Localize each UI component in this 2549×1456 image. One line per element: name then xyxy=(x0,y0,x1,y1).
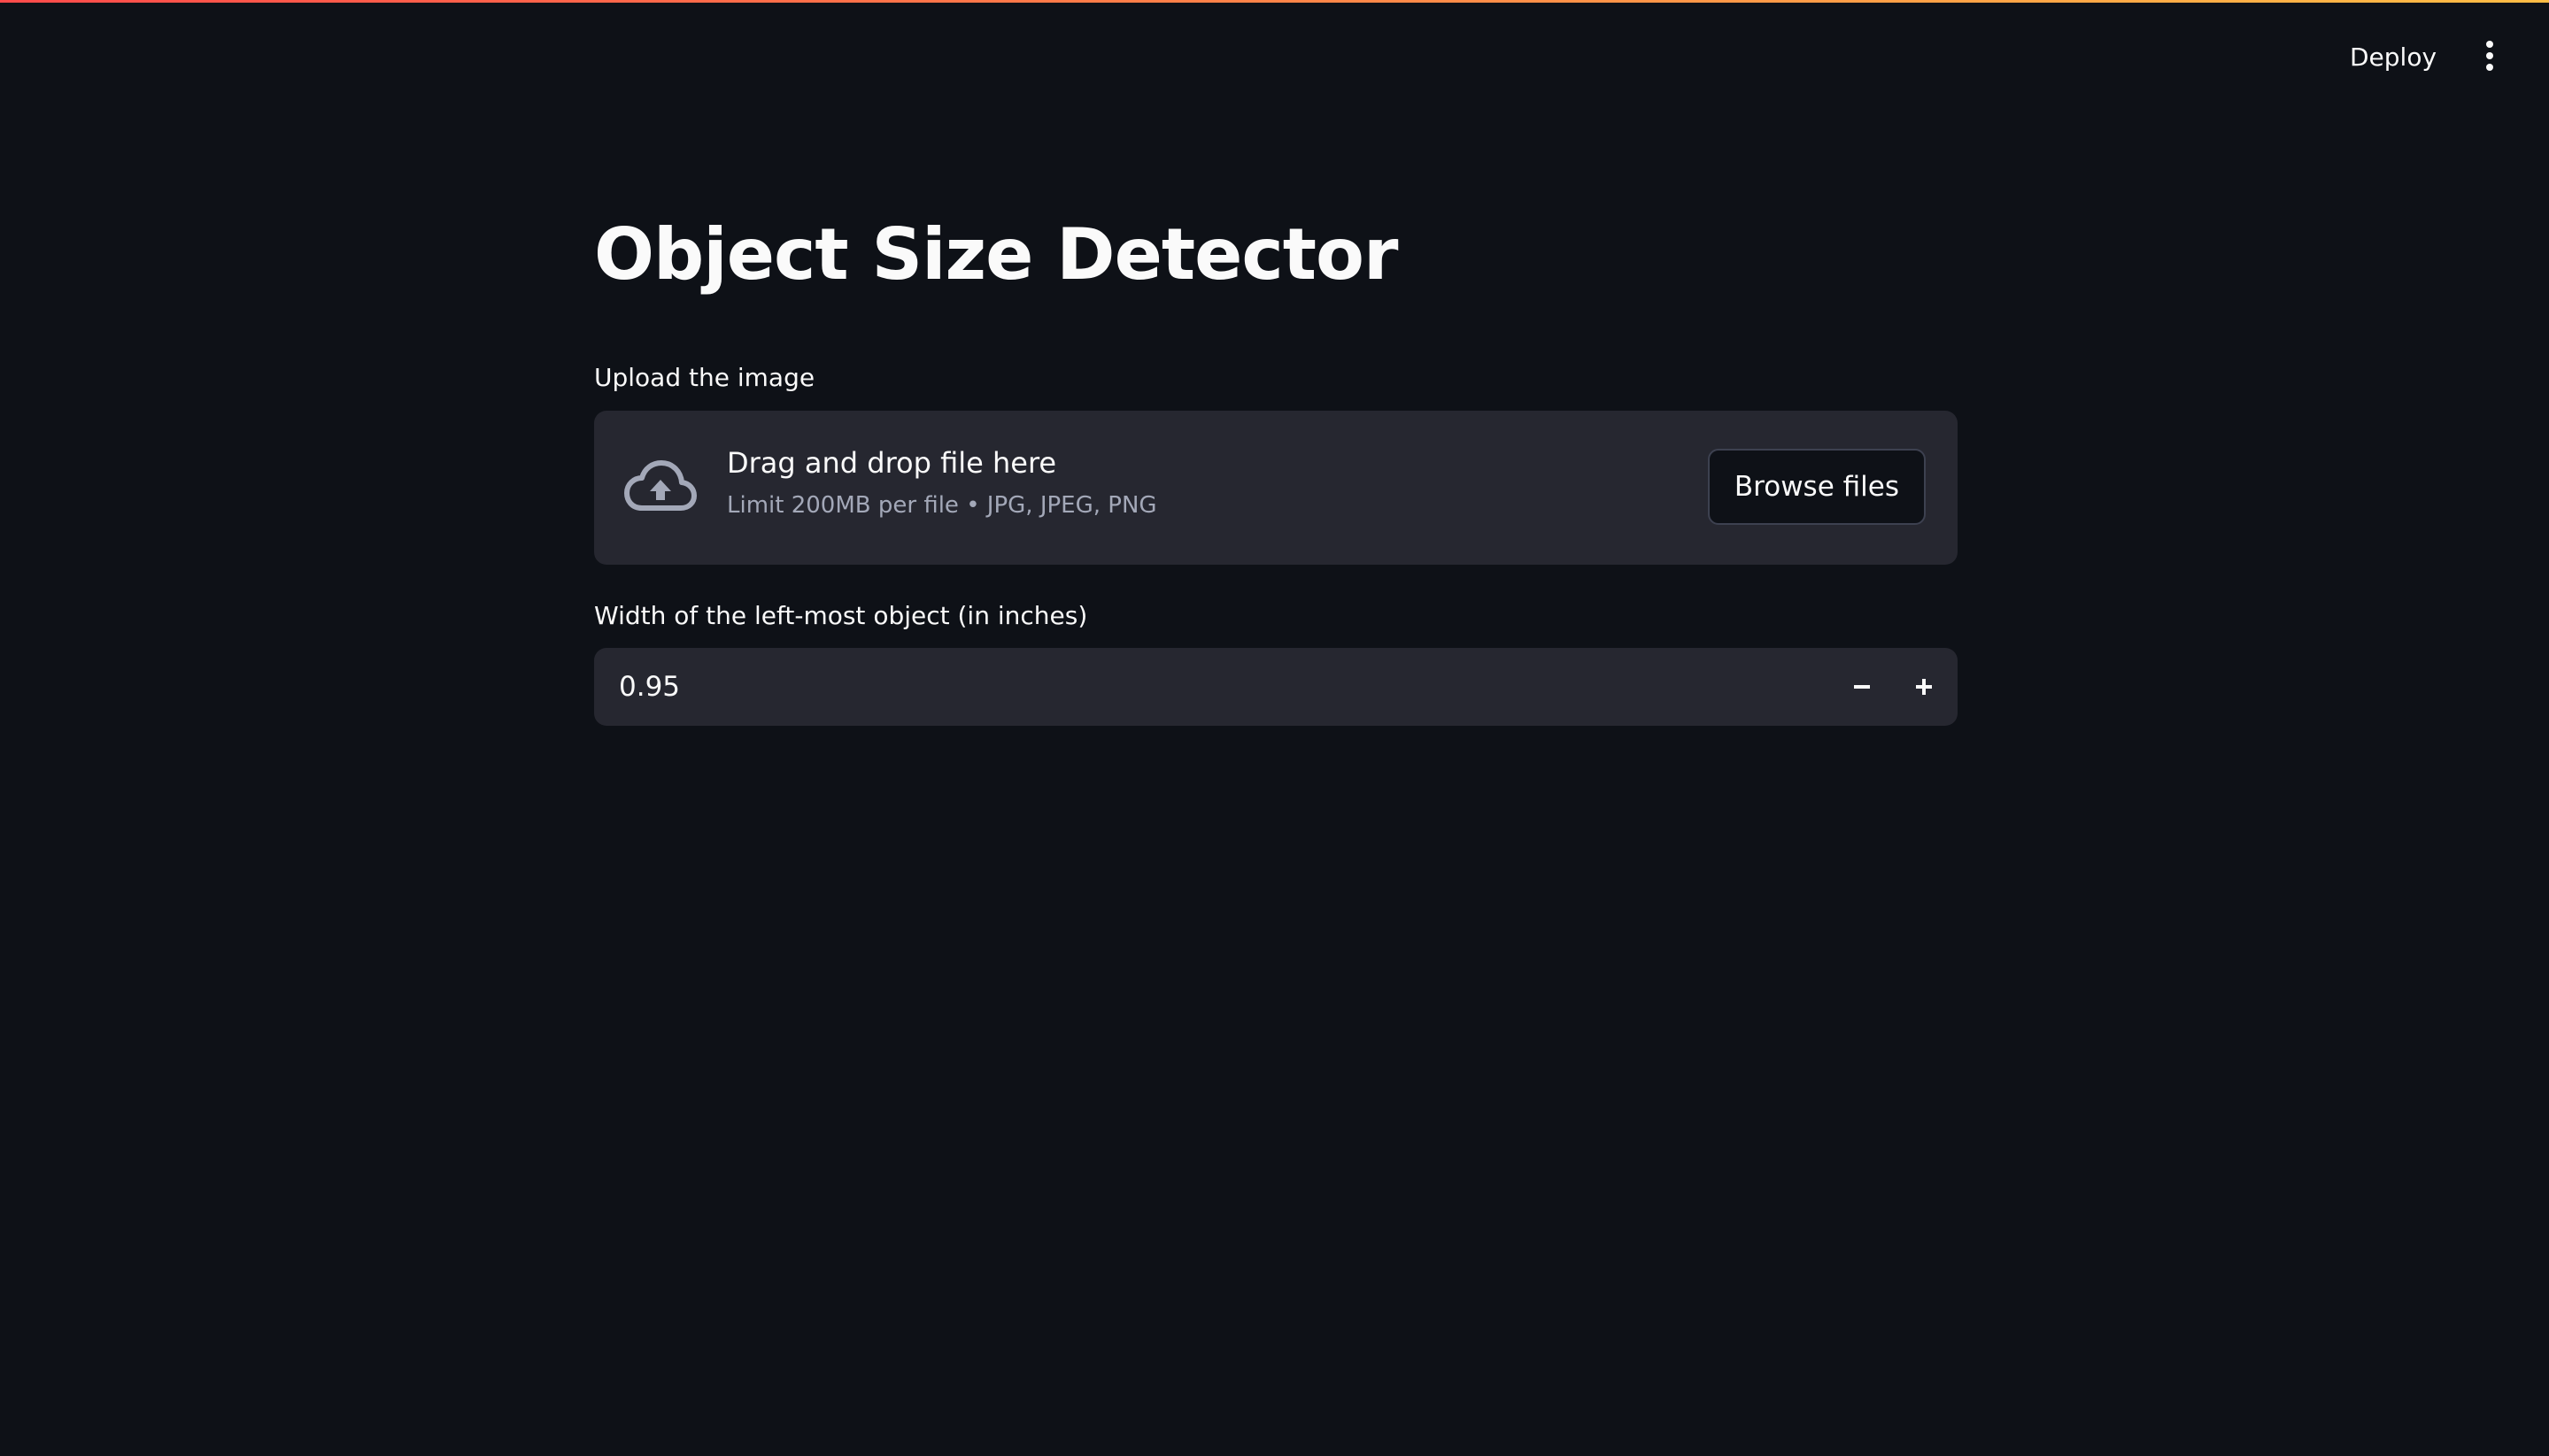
decrement-button[interactable] xyxy=(1835,660,1889,713)
uploader-label: Upload the image xyxy=(594,363,815,392)
plus-icon xyxy=(1916,679,1932,695)
deploy-button[interactable]: Deploy xyxy=(2337,34,2449,80)
minus-icon xyxy=(1854,685,1870,689)
app-header: Deploy xyxy=(0,0,2549,97)
page-title: Object Size Detector xyxy=(594,213,1398,296)
kebab-menu-icon xyxy=(2486,41,2493,71)
browse-files-button[interactable]: Browse files xyxy=(1707,449,1926,525)
width-input-label: Width of the left-most object (in inches… xyxy=(594,601,1088,630)
increment-button[interactable] xyxy=(1897,660,1950,713)
main-menu-button[interactable] xyxy=(2472,35,2507,76)
dropzone-instructions: Drag and drop file here Limit 200MB per … xyxy=(727,446,1157,519)
width-number-input[interactable]: 0.95 xyxy=(594,648,1958,726)
dropzone-limit-text: Limit 200MB per file • JPG, JPEG, PNG xyxy=(727,492,1157,519)
dropzone-primary-text: Drag and drop file here xyxy=(727,446,1057,480)
width-input-value[interactable]: 0.95 xyxy=(619,648,680,726)
cloud-upload-icon xyxy=(624,460,697,511)
file-dropzone[interactable]: Drag and drop file here Limit 200MB per … xyxy=(594,411,1958,565)
